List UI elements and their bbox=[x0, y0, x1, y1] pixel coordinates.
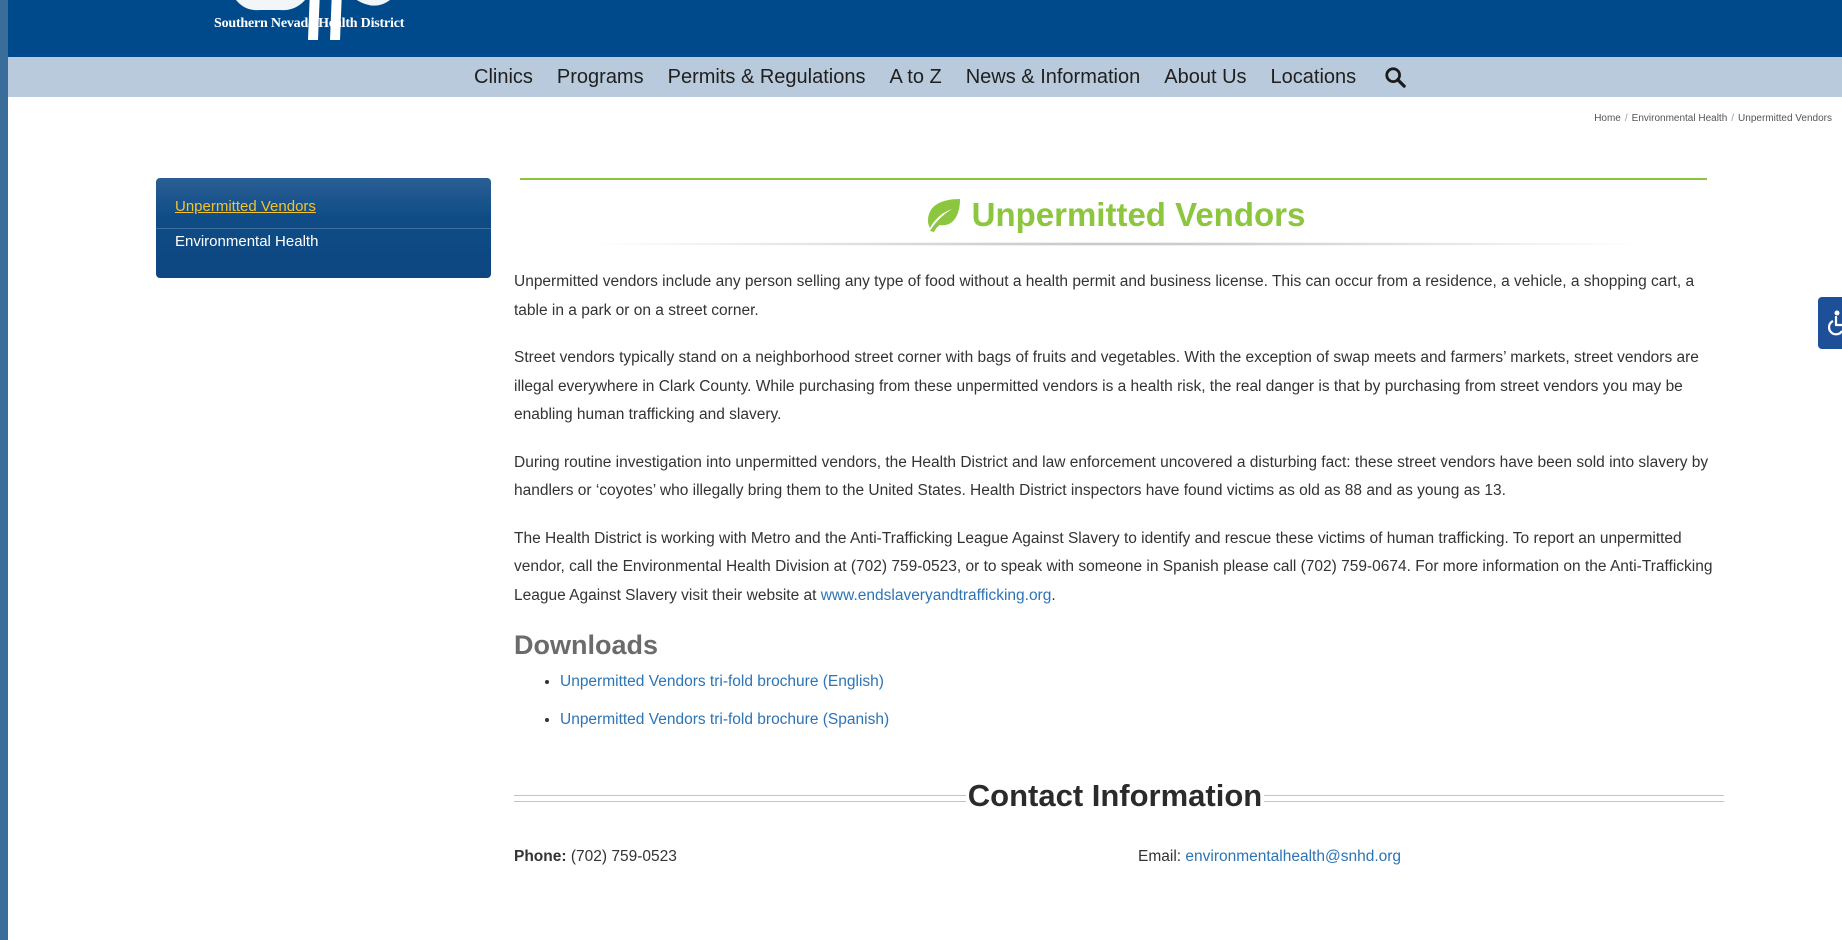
list-item: Unpermitted Vendors tri-fold brochure (S… bbox=[560, 709, 889, 731]
paragraph-4: The Health District is working with Metr… bbox=[514, 525, 1724, 611]
main-nav: Clinics Programs Permits & Regulations A… bbox=[8, 57, 1842, 97]
downloads-list: Unpermitted Vendors tri-fold brochure (E… bbox=[538, 671, 889, 747]
nav-programs[interactable]: Programs bbox=[557, 66, 644, 89]
page-title: Unpermitted Vendors bbox=[922, 196, 1306, 234]
list-item: Unpermitted Vendors tri-fold brochure (E… bbox=[560, 671, 889, 693]
nav-permits-regulations[interactable]: Permits & Regulations bbox=[668, 66, 866, 89]
sidebar-item-environmental-health[interactable]: Environmental Health bbox=[175, 233, 318, 250]
nav-clinics[interactable]: Clinics bbox=[474, 66, 533, 89]
nav-locations[interactable]: Locations bbox=[1271, 66, 1357, 89]
search-icon[interactable] bbox=[1384, 66, 1406, 88]
browser-viewport: Southern Nevada Health District Clinics … bbox=[8, 0, 1842, 940]
article-body: Unpermitted vendors include any person s… bbox=[514, 268, 1724, 629]
nav-about-us[interactable]: About Us bbox=[1164, 66, 1246, 89]
accessibility-icon bbox=[1828, 310, 1842, 336]
title-top-rule bbox=[520, 178, 1707, 180]
logo-text: Southern Nevada Health District bbox=[214, 16, 405, 31]
leaf-icon bbox=[927, 199, 960, 232]
contact-divider-right bbox=[1264, 795, 1724, 802]
site-header: Southern Nevada Health District bbox=[8, 0, 1842, 57]
paragraph-2: Street vendors typically stand on a neig… bbox=[514, 349, 1699, 423]
title-underline-shadow bbox=[568, 242, 1668, 246]
accessibility-button[interactable] bbox=[1818, 297, 1842, 349]
downloads-heading: Downloads bbox=[514, 630, 659, 660]
breadcrumb: Home / Environmental Health / Unpermitted Ve… bbox=[1594, 113, 1832, 124]
paragraph-4-end: . bbox=[1051, 586, 1056, 604]
paragraph-1: Unpermitted vendors include any person s… bbox=[514, 273, 1695, 319]
breadcrumb-environmental-health[interactable]: Environmental Health bbox=[1632, 113, 1728, 124]
contact-phone: Phone: (702) 759-0523 bbox=[514, 848, 677, 866]
contact-email: Email: environmentalhealth@snhd.org bbox=[1138, 848, 1401, 866]
page-title-text: Unpermitted Vendors bbox=[971, 196, 1306, 233]
breadcrumb-current: Unpermitted Vendors bbox=[1738, 113, 1832, 124]
phone-value: (702) 759-0523 bbox=[570, 848, 677, 865]
download-link-spanish[interactable]: Unpermitted Vendors tri-fold brochure (S… bbox=[560, 711, 889, 728]
download-link-english[interactable]: Unpermitted Vendors tri-fold brochure (E… bbox=[560, 673, 884, 690]
contact-heading: Contact Information bbox=[967, 778, 1263, 813]
paragraph-4-text: The Health District is working with Metr… bbox=[514, 529, 1713, 604]
email-link[interactable]: environmentalhealth@snhd.org bbox=[1185, 848, 1401, 865]
phone-label: Phone: bbox=[514, 848, 567, 865]
breadcrumb-separator: / bbox=[1624, 113, 1628, 124]
title-block: Unpermitted Vendors bbox=[520, 196, 1707, 238]
nav-a-to-z[interactable]: A to Z bbox=[889, 66, 941, 89]
sidebar-item-unpermitted-vendors[interactable]: Unpermitted Vendors bbox=[175, 198, 316, 215]
breadcrumb-separator: / bbox=[1731, 113, 1735, 124]
sidebar-divider bbox=[156, 228, 491, 229]
endslavery-link[interactable]: www.endslaveryandtrafficking.org bbox=[821, 587, 1052, 604]
email-label: Email: bbox=[1138, 848, 1182, 865]
breadcrumb-home[interactable]: Home bbox=[1594, 113, 1621, 124]
nav-news-information[interactable]: News & Information bbox=[966, 66, 1141, 89]
paragraph-3: During routine investigation into unperm… bbox=[514, 453, 1709, 500]
sidebar-menu: Unpermitted Vendors Environmental Health bbox=[156, 178, 491, 278]
contact-divider-left bbox=[514, 795, 966, 802]
